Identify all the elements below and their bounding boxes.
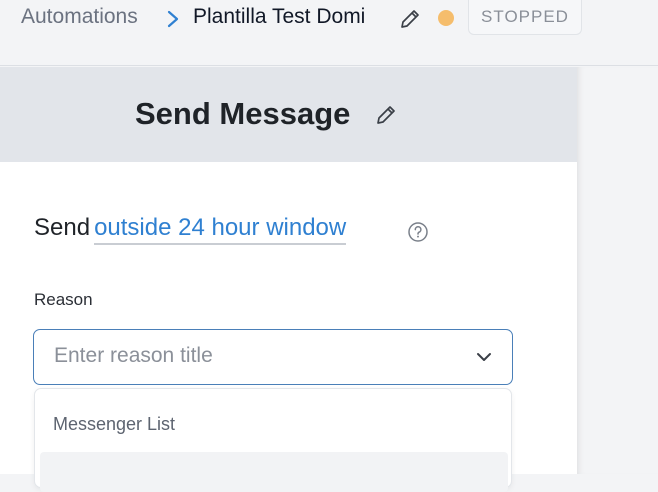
reason-select[interactable]: Enter reason title xyxy=(33,329,513,385)
top-bar: Automations Plantilla Test Domi STOPPED xyxy=(0,0,658,66)
reason-placeholder: Enter reason title xyxy=(54,344,213,367)
panel-body: Send outside 24 hour window Reason Enter … xyxy=(0,162,577,492)
dropdown-heading: Messenger List xyxy=(53,414,176,434)
breadcrumb-automations-link[interactable]: Automations xyxy=(21,5,138,29)
reason-label: Reason xyxy=(34,290,93,309)
panel-header: Send Message xyxy=(0,67,577,162)
chevron-down-icon xyxy=(477,353,491,361)
automation-name: Plantilla Test Domi xyxy=(193,5,366,28)
send-prefix: Send xyxy=(34,214,91,241)
status-dot xyxy=(438,10,454,26)
panel-title: Send Message xyxy=(135,96,351,131)
chevron-right-icon xyxy=(167,10,179,28)
send-window-link[interactable]: outside 24 hour window xyxy=(94,214,347,245)
dropdown-option[interactable] xyxy=(40,452,508,492)
reason-dropdown: Messenger List xyxy=(34,388,512,492)
pencil-icon[interactable] xyxy=(374,103,398,127)
send-window-row: Send outside 24 hour window xyxy=(34,214,347,245)
status-badge: STOPPED xyxy=(468,0,582,35)
help-circle-icon[interactable] xyxy=(407,221,429,243)
canvas-area xyxy=(577,67,658,474)
pencil-icon[interactable] xyxy=(398,7,422,31)
